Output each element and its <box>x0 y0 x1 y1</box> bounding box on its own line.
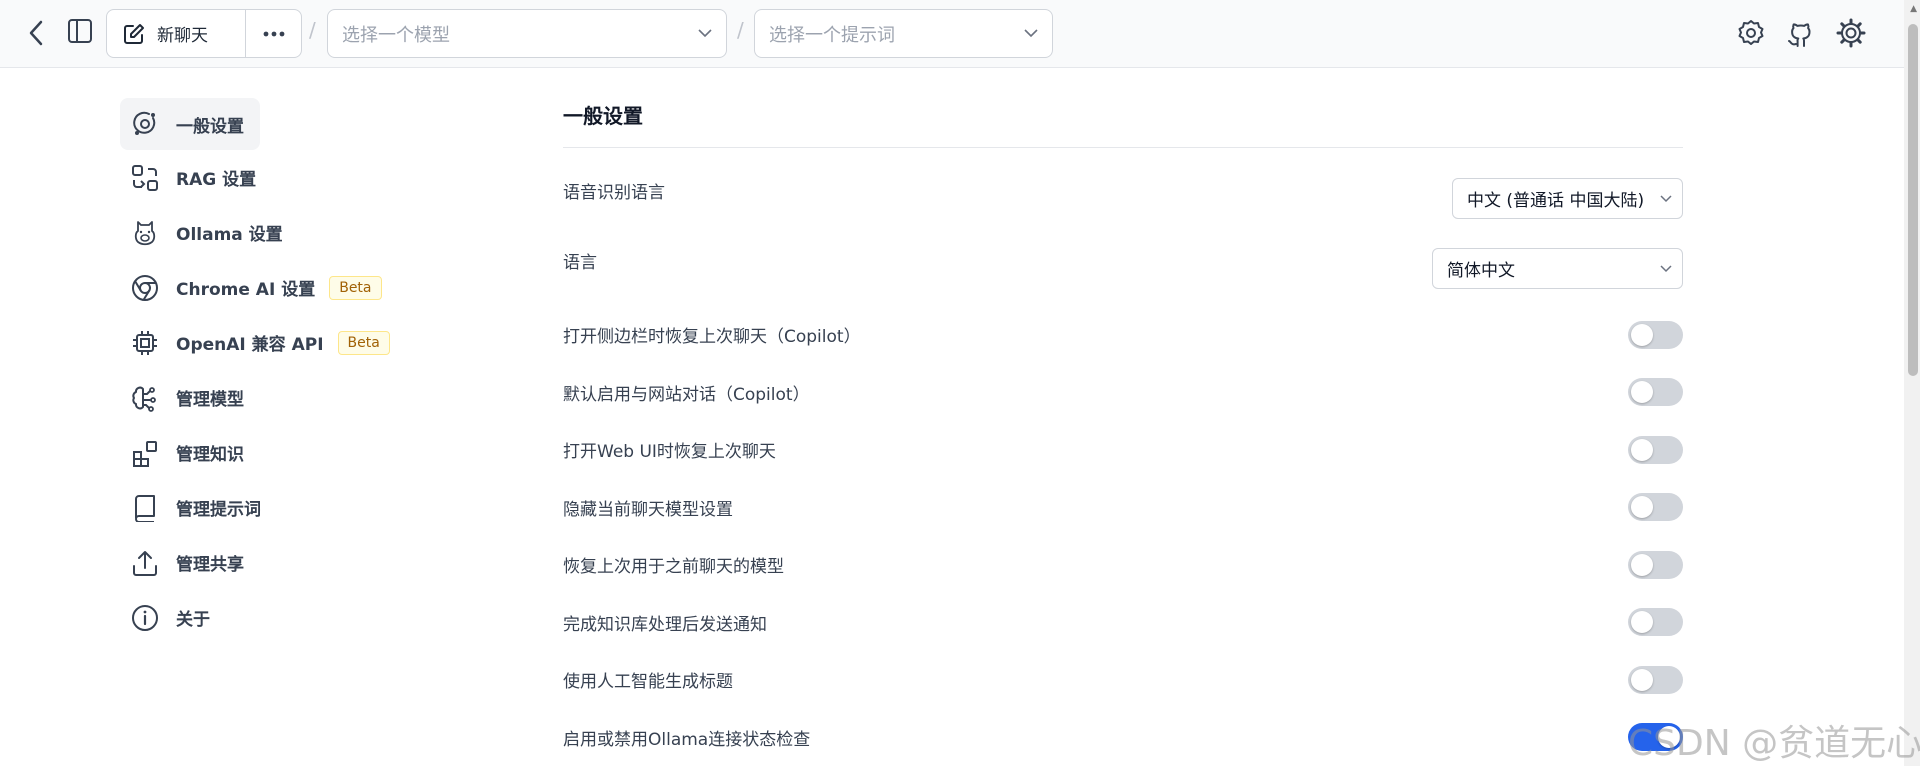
knowledge-notification-toggle[interactable] <box>1628 608 1683 637</box>
nav-item-label: Ollama 设置 <box>176 225 283 245</box>
page-title: 一般设置 <box>563 98 1683 148</box>
back-icon[interactable] <box>22 18 50 48</box>
blocks-icon <box>130 438 160 468</box>
info-icon <box>130 603 160 633</box>
setting-row-knowledge-notification: 完成知识库处理后发送通知 <box>563 594 1683 652</box>
setting-label: 使用人工智能生成标题 <box>563 672 733 693</box>
nav-item-about[interactable]: 关于 <box>120 590 520 645</box>
scrollbar-track[interactable]: ▲ <box>1904 0 1920 766</box>
setting-label: 打开侧边栏时恢复上次聊天（Copilot） <box>563 327 861 348</box>
ollama-status-icon[interactable] <box>1734 16 1768 50</box>
nav-item-label: 管理共享 <box>176 555 244 575</box>
rag-icon <box>130 163 160 193</box>
setting-label: 隐藏当前聊天模型设置 <box>563 499 733 520</box>
breadcrumb-separator: / <box>309 18 316 42</box>
more-options-icon[interactable] <box>246 10 301 57</box>
setting-label: 恢复上次用于之前聊天的模型 <box>563 557 784 578</box>
nav-item-label: Chrome AI 设置 <box>176 280 316 300</box>
setting-row-ai-title: 使用人工智能生成标题 <box>563 651 1683 709</box>
beta-badge: Beta <box>329 275 382 300</box>
brain-icon <box>130 383 160 413</box>
nav-item-label: 一般设置 <box>176 116 244 137</box>
chevron-down-icon <box>1660 194 1672 202</box>
settings-gear-icon[interactable] <box>1834 16 1868 50</box>
share-icon <box>130 548 160 578</box>
general-settings-icon <box>130 109 160 139</box>
scroll-up-arrow-icon[interactable]: ▲ <box>1910 4 1917 14</box>
speech-language-select[interactable]: 中文 (普通话 中国大陆) <box>1452 178 1683 219</box>
nav-item-manage-prompts[interactable]: 管理提示词 <box>120 480 520 535</box>
setting-label: 语言 <box>563 253 597 273</box>
setting-row-speech-language: 语音识别语言 中文 (普通话 中国大陆) <box>563 166 1683 236</box>
ai-title-toggle[interactable] <box>1628 665 1683 694</box>
hide-model-settings-toggle[interactable] <box>1628 493 1683 522</box>
nav-item-label: 管理模型 <box>176 390 244 410</box>
setting-label: 启用或禁用Ollama连接状态检查 <box>563 729 811 750</box>
sidebar-toggle-icon[interactable] <box>66 16 94 46</box>
edit-icon <box>124 23 144 44</box>
restore-webui-chat-toggle[interactable] <box>1628 435 1683 464</box>
chevron-down-icon <box>698 29 712 38</box>
language-value: 简体中文 <box>1447 261 1515 281</box>
book-icon <box>130 493 160 523</box>
setting-row-restore-last-model: 恢复上次用于之前聊天的模型 <box>563 536 1683 594</box>
nav-item-label: OpenAI 兼容 API <box>176 335 324 355</box>
speech-language-value: 中文 (普通话 中国大陆) <box>1467 191 1645 211</box>
nav-item-chrome-ai-settings[interactable]: Chrome AI 设置 Beta <box>120 260 520 315</box>
scrollbar-thumb[interactable] <box>1908 24 1918 376</box>
model-select[interactable]: 选择一个模型 <box>327 9 727 58</box>
new-chat-label: 新聊天 <box>157 26 208 46</box>
nav-item-openai-api[interactable]: OpenAI 兼容 API Beta <box>120 315 520 370</box>
new-chat-group: 新聊天 <box>106 9 302 58</box>
llama-icon <box>130 218 160 248</box>
general-settings-panel: 一般设置 语音识别语言 中文 (普通话 中国大陆) 语言 简体中文 打开侧边栏时… <box>563 98 1683 766</box>
chevron-down-icon <box>1660 264 1672 272</box>
nav-item-label: RAG 设置 <box>176 170 257 190</box>
breadcrumb-separator: / <box>737 18 744 42</box>
setting-row-hide-model-settings: 隐藏当前聊天模型设置 <box>563 479 1683 537</box>
beta-badge: Beta <box>337 330 390 355</box>
restore-last-model-toggle[interactable] <box>1628 550 1683 579</box>
nav-item-manage-sharing[interactable]: 管理共享 <box>120 535 520 590</box>
chevron-down-icon <box>1024 29 1038 38</box>
nav-item-general-settings[interactable]: 一般设置 <box>120 98 260 150</box>
settings-nav: 一般设置 RAG 设置 Ollama 设置 Chrome AI 设置 Beta … <box>120 98 520 645</box>
prompt-select-placeholder: 选择一个提示词 <box>769 24 895 46</box>
nav-item-label: 管理知识 <box>176 445 244 465</box>
language-select[interactable]: 简体中文 <box>1432 248 1683 289</box>
model-select-placeholder: 选择一个模型 <box>342 24 450 46</box>
nav-item-manage-models[interactable]: 管理模型 <box>120 370 520 425</box>
setting-label: 打开Web UI时恢复上次聊天 <box>563 442 776 463</box>
nav-item-ollama-settings[interactable]: Ollama 设置 <box>120 205 520 260</box>
cpu-chip-icon <box>130 328 160 358</box>
restore-sidebar-chat-toggle[interactable] <box>1628 320 1683 349</box>
nav-item-rag-settings[interactable]: RAG 设置 <box>120 150 520 205</box>
setting-row-ollama-status-check: 启用或禁用Ollama连接状态检查 <box>563 709 1683 766</box>
setting-row-language: 语言 简体中文 <box>563 236 1683 306</box>
nav-item-manage-knowledge[interactable]: 管理知识 <box>120 425 520 480</box>
setting-row-restore-webui-chat: 打开Web UI时恢复上次聊天 <box>563 421 1683 479</box>
watermark: CSDN @贫道无心 <box>1628 723 1920 764</box>
chrome-icon <box>130 273 160 303</box>
nav-item-label: 管理提示词 <box>176 500 261 520</box>
setting-label: 语音识别语言 <box>563 183 665 203</box>
top-bar: 新聊天 / 选择一个模型 / 选择一个提示词 <box>0 0 1904 68</box>
setting-row-chat-with-website: 默认启用与网站对话（Copilot） <box>563 364 1683 422</box>
github-icon[interactable] <box>1783 16 1817 50</box>
nav-item-label: 关于 <box>176 610 210 630</box>
prompt-select[interactable]: 选择一个提示词 <box>754 9 1053 58</box>
setting-label: 默认启用与网站对话（Copilot） <box>563 384 810 405</box>
setting-row-restore-sidebar-chat: 打开侧边栏时恢复上次聊天（Copilot） <box>563 306 1683 364</box>
new-chat-button[interactable]: 新聊天 <box>107 10 246 57</box>
chat-with-website-toggle[interactable] <box>1628 378 1683 407</box>
setting-label: 完成知识库处理后发送通知 <box>563 614 767 635</box>
